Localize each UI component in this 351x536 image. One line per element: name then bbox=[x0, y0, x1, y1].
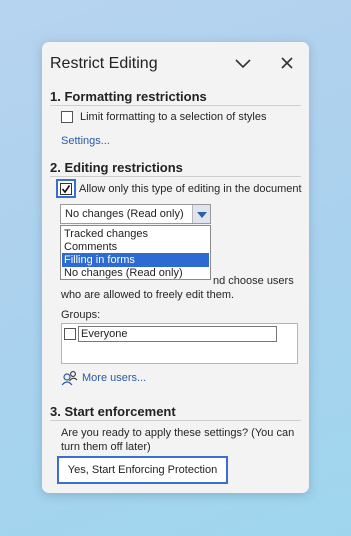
formatting-heading: 1. Formatting restrictions bbox=[50, 89, 207, 104]
settings-link[interactable]: Settings... bbox=[61, 135, 110, 147]
more-users-link[interactable]: More users... bbox=[82, 372, 146, 384]
start-enforcing-button[interactable]: Yes, Start Enforcing Protection bbox=[57, 456, 228, 484]
dropdown-option[interactable]: Comments bbox=[62, 240, 209, 254]
dropdown-option[interactable]: Tracked changes bbox=[62, 227, 209, 241]
groups-list: Everyone bbox=[61, 323, 298, 364]
enforcement-prompt: Are you ready to apply these settings? (… bbox=[61, 427, 295, 439]
select-value: No changes (Read only) bbox=[65, 208, 184, 220]
group-everyone-name: Everyone bbox=[78, 326, 277, 342]
dropdown-option-selected[interactable]: Filling in forms bbox=[62, 253, 209, 267]
groups-label: Groups: bbox=[61, 309, 101, 321]
panel-title: Restrict Editing bbox=[50, 55, 158, 72]
users-icon bbox=[61, 370, 78, 391]
restrict-editing-panel: Restrict Editing 1. Formatting restricti… bbox=[42, 42, 309, 493]
allow-editing-label: Allow only this type of editing in the d… bbox=[79, 183, 302, 195]
checkmark-icon bbox=[60, 183, 72, 195]
limit-formatting-label: Limit formatting to a selection of style… bbox=[80, 111, 267, 123]
enforcement-heading: 3. Start enforcement bbox=[50, 404, 176, 419]
dropdown-arrow-icon bbox=[197, 212, 207, 218]
dropdown-button[interactable] bbox=[192, 205, 210, 223]
section-divider bbox=[50, 105, 301, 106]
section-divider bbox=[50, 176, 301, 177]
exceptions-text: who are allowed to freely edit them. bbox=[61, 289, 235, 301]
allow-editing-checkbox[interactable] bbox=[56, 179, 76, 198]
group-everyone-checkbox[interactable] bbox=[64, 328, 76, 340]
exceptions-text: nd choose users bbox=[213, 275, 294, 287]
section-divider bbox=[50, 420, 301, 421]
editing-heading: 2. Editing restrictions bbox=[50, 160, 183, 175]
limit-formatting-checkbox[interactable] bbox=[61, 111, 73, 123]
editing-type-select[interactable]: No changes (Read only) bbox=[60, 204, 211, 224]
editing-type-dropdown-list: Tracked changes Comments Filling in form… bbox=[60, 225, 211, 280]
dropdown-option[interactable]: No changes (Read only) bbox=[62, 266, 209, 280]
enforcement-prompt: turn them off later) bbox=[61, 441, 151, 453]
chevron-down-icon[interactable] bbox=[235, 56, 251, 73]
close-icon[interactable] bbox=[281, 56, 293, 73]
